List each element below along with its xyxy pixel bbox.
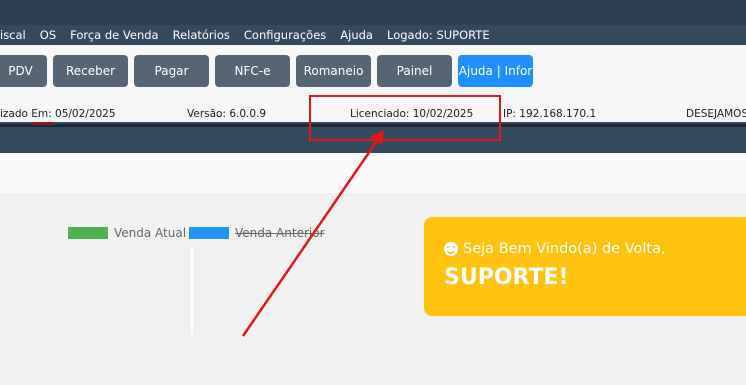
annotation-arrow <box>241 130 384 337</box>
annotation-arrow-line <box>241 134 383 337</box>
